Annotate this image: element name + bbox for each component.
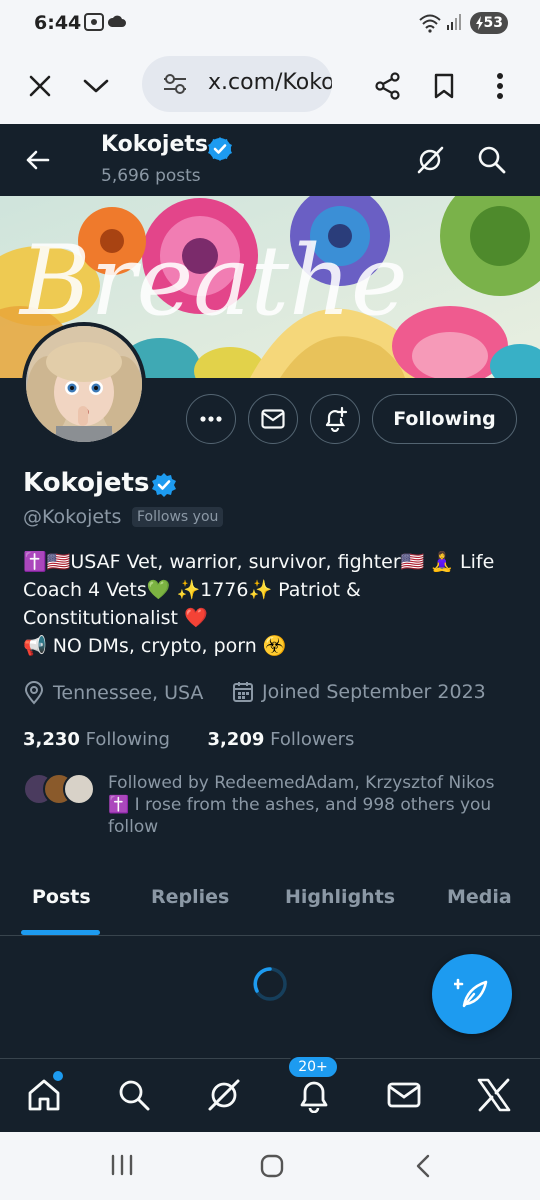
active-tab-indicator — [21, 930, 100, 935]
system-nav-bar — [0, 1132, 540, 1200]
notifications-icon[interactable] — [296, 1077, 332, 1113]
more-options-button[interactable] — [186, 394, 236, 444]
grok-icon[interactable] — [414, 144, 446, 176]
status-bar: 6:44 53 — [0, 0, 540, 48]
browser-toolbar: x.com/Kokojets — [0, 48, 540, 124]
site-settings-icon[interactable] — [162, 72, 188, 96]
wifi-icon — [418, 13, 442, 33]
followers-link[interactable]: 3,209 Followers — [207, 729, 354, 750]
verified-badge-icon — [207, 136, 233, 162]
join-date-text: Joined September 2023 — [262, 681, 486, 703]
x-profile-page: Kokojets 5,696 posts Breathe Following K… — [0, 124, 540, 1132]
url-text: x.com/Kokojets — [208, 70, 332, 95]
followed-by-avatars[interactable] — [23, 773, 95, 807]
bio: ✝️🇺🇸USAF Vet, warrior, survivor, fighter… — [23, 548, 523, 660]
calendar-icon — [233, 682, 253, 702]
bookmark-button[interactable] — [424, 66, 464, 106]
battery-icon: 53 — [470, 12, 508, 34]
banner-script-text: Breathe — [18, 225, 408, 337]
profile-top-nav: Kokojets 5,696 posts — [0, 124, 540, 196]
share-icon — [375, 72, 400, 100]
back-nav-icon[interactable] — [414, 1154, 432, 1178]
home-icon[interactable] — [26, 1077, 62, 1113]
follow-counts: 3,230 Following 3,209 Followers — [23, 729, 354, 750]
screenshot-icon — [84, 13, 104, 31]
feather-plus-icon — [454, 978, 488, 1008]
close-icon — [29, 75, 51, 97]
grok-icon[interactable] — [206, 1077, 242, 1113]
header-name: Kokojets — [101, 132, 209, 157]
bell-plus-icon — [325, 406, 348, 432]
messages-icon[interactable] — [386, 1077, 422, 1113]
tab-posts[interactable]: Posts — [32, 886, 91, 908]
bio-line: Constitutionalist ❤️ — [23, 607, 208, 629]
close-tab-button[interactable] — [20, 66, 60, 106]
location: Tennessee, USA — [23, 681, 203, 705]
location-text: Tennessee, USA — [53, 682, 204, 704]
tab-highlights[interactable]: Highlights — [285, 886, 395, 908]
handle: @Kokojets — [23, 506, 122, 528]
back-button[interactable] — [20, 142, 56, 178]
bio-line: Coach 4 Vets💚 ✨1776✨ Patriot & — [23, 579, 361, 601]
notify-button[interactable] — [310, 394, 360, 444]
home-button-icon[interactable] — [260, 1154, 284, 1178]
home-unread-dot — [53, 1071, 63, 1081]
followed-by-text[interactable]: Followed by RedeemedAdam, Krzysztof Niko… — [108, 772, 518, 838]
following-count: 3,230 — [23, 729, 80, 750]
profile-avatar[interactable] — [22, 322, 146, 446]
avatar-image — [26, 326, 142, 442]
join-date: Joined September 2023 — [232, 681, 486, 703]
loading-spinner-icon — [252, 966, 288, 1002]
message-button[interactable] — [248, 394, 298, 444]
more-vertical-icon — [497, 73, 503, 99]
more-horizontal-icon — [200, 416, 222, 422]
notifications-badge: 20+ — [287, 1055, 339, 1079]
minimize-tab-button[interactable] — [76, 66, 116, 106]
cloud-icon — [108, 15, 126, 27]
followers-label: Followers — [270, 729, 355, 750]
chevron-down-icon — [83, 79, 109, 93]
compose-post-button[interactable] — [432, 954, 512, 1034]
browser-menu-button[interactable] — [480, 66, 520, 106]
tab-replies[interactable]: Replies — [151, 886, 229, 908]
battery-level: 53 — [483, 15, 503, 31]
bio-line: ✝️🇺🇸USAF Vet, warrior, survivor, fighter… — [23, 551, 495, 573]
bio-line: 📢 NO DMs, crypto, porn ☣️ — [23, 635, 287, 657]
following-button[interactable]: Following — [372, 394, 517, 444]
follows-you-badge: Follows you — [132, 507, 224, 527]
bookmark-icon — [434, 73, 454, 99]
following-link[interactable]: 3,230 Following — [23, 729, 170, 750]
header-posts-count: 5,696 posts — [101, 166, 201, 186]
tab-media[interactable]: Media — [447, 886, 512, 908]
location-pin-icon — [24, 681, 44, 705]
search-icon[interactable] — [476, 144, 508, 176]
share-button[interactable] — [368, 66, 408, 106]
arrow-left-icon — [26, 150, 50, 170]
recent-apps-icon[interactable] — [110, 1154, 134, 1176]
display-name: Kokojets — [23, 468, 150, 498]
followers-count: 3,209 — [207, 729, 265, 750]
following-label: Following — [85, 729, 170, 750]
url-bar[interactable]: x.com/Kokojets — [142, 56, 332, 112]
x-logo-icon[interactable] — [476, 1077, 512, 1113]
signal-icon — [446, 13, 462, 31]
avatar — [63, 773, 95, 805]
bottom-nav: 20+ — [0, 1055, 540, 1132]
search-icon[interactable] — [116, 1077, 152, 1113]
profile-tabs: Posts Replies Highlights Media — [0, 868, 540, 936]
status-time: 6:44 — [34, 12, 82, 34]
verified-badge-icon — [151, 472, 177, 498]
mail-icon — [261, 409, 285, 429]
